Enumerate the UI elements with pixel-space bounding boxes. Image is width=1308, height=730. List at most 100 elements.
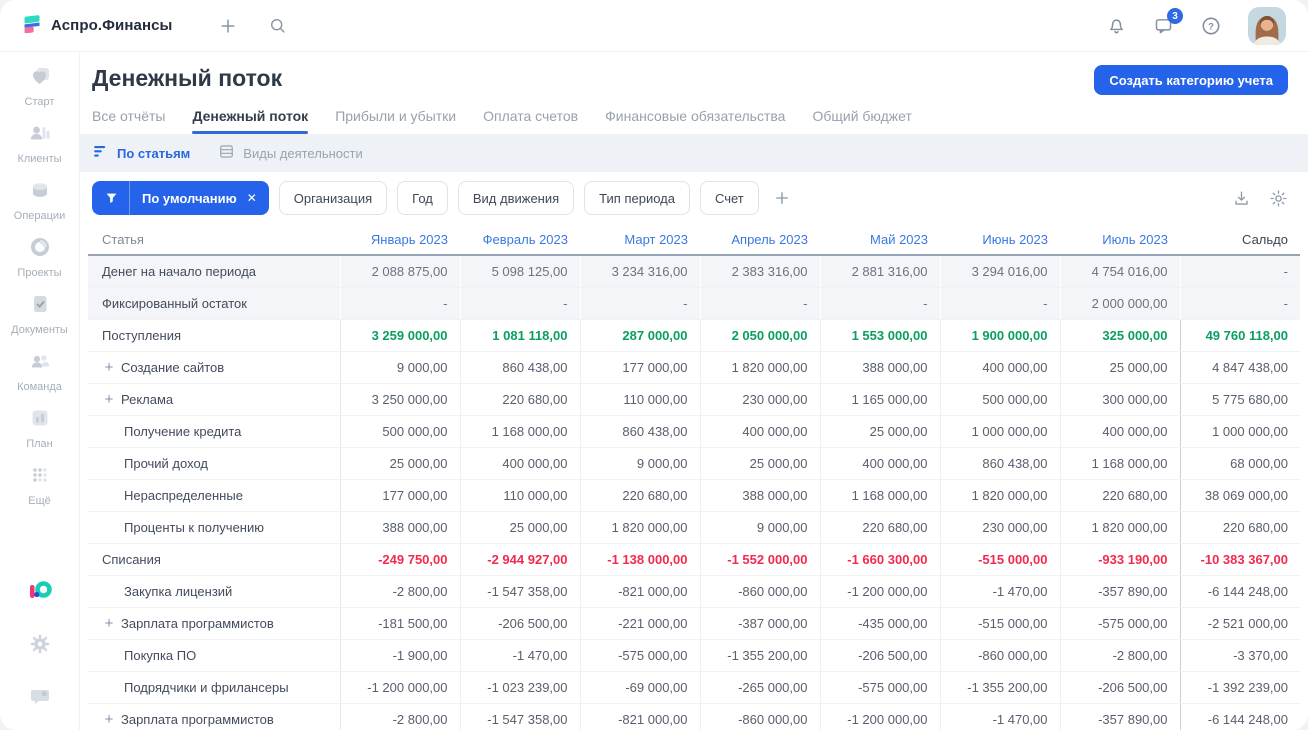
column-header-month[interactable]: Май 2023 — [820, 224, 940, 256]
viewtab-by-activity[interactable]: Виды деятельности — [218, 143, 363, 163]
topbar: Аспро.Финансы 3 ? — [0, 0, 1308, 52]
tab-total-budget[interactable]: Общий бюджет — [812, 108, 911, 134]
table-row[interactable]: Получение кредита 500 000,00 1 168 000,00 8… — [88, 415, 1300, 448]
viewtab-label: Виды деятельности — [243, 145, 363, 161]
column-header-month[interactable]: Июнь 2023 — [940, 224, 1060, 256]
plan-icon — [28, 406, 52, 435]
row-label: Закупка лицензий — [124, 583, 233, 599]
cell-value: 9 000,00 — [699, 511, 820, 544]
brand[interactable]: Аспро.Финансы — [22, 13, 172, 38]
filter-chip-default[interactable]: По умолчанию ✕ — [92, 181, 269, 215]
create-icon[interactable] — [218, 16, 238, 36]
sidebar-item-label: Команда — [17, 381, 62, 393]
row-label-cell: Получение кредита — [88, 415, 340, 448]
column-header-month[interactable]: Апрель 2023 — [700, 224, 820, 256]
cell-value: 3 250 000,00 — [339, 383, 460, 416]
table-settings-icon[interactable] — [1269, 189, 1288, 208]
filter-row: По умолчанию ✕ Организация Год Вид движения Т… — [80, 172, 1308, 224]
column-header-month[interactable]: Февраль 2023 — [460, 224, 580, 256]
help-icon[interactable]: ? — [1200, 15, 1222, 37]
db-icon — [218, 143, 235, 163]
cell-value: -1 547 358,00 — [459, 575, 580, 608]
filter-chip-3[interactable]: Тип периода — [584, 181, 690, 215]
notifications-icon[interactable] — [1106, 15, 1127, 36]
cell-value: 110 000,00 — [459, 479, 580, 512]
sidebar-item-clients[interactable]: Клиенты — [4, 121, 76, 165]
aspro-brand-icon[interactable] — [27, 577, 53, 608]
table-row[interactable]: + Зарплата программистов -181 500,00 -206 5… — [88, 607, 1300, 640]
sidebar-item-team[interactable]: Команда — [4, 349, 76, 393]
table-row[interactable]: Нераспределенные 177 000,00 110 000,00 220 … — [88, 479, 1300, 512]
cell-value: 1 081 118,00 — [459, 319, 580, 352]
column-header-saldo[interactable]: Сальдо — [1180, 224, 1300, 256]
sidebar-item-plan[interactable]: План — [4, 406, 76, 450]
cell-value: 220 680,00 — [1059, 479, 1180, 512]
tab-cash-flow[interactable]: Денежный поток — [192, 108, 308, 134]
table-row[interactable]: Проценты к получению 388 000,00 25 000,00 1… — [88, 511, 1300, 544]
sidebar-item-label: Документы — [11, 324, 68, 336]
table-row[interactable]: Подрядчики и фрилансеры -1 200 000,00 -1 0… — [88, 671, 1300, 704]
row-label-cell: Списания — [88, 543, 340, 576]
cell-saldo: -3 370,00 — [1179, 639, 1300, 672]
tab-profit-loss[interactable]: Прибыли и убытки — [335, 108, 456, 134]
tab-all-reports[interactable]: Все отчёты — [92, 108, 165, 134]
remove-filter-icon[interactable]: ✕ — [243, 191, 269, 205]
cell-value: 177 000,00 — [339, 479, 460, 512]
sidebar-item-label: Старт — [24, 96, 55, 108]
column-header-month[interactable]: Январь 2023 — [340, 224, 460, 256]
tab-bill-payment[interactable]: Оплата счетов — [483, 108, 578, 134]
table-row[interactable]: + Зарплата программистов -2 800,00 -1 547 3… — [88, 703, 1300, 730]
cell-value: -206 500,00 — [819, 639, 940, 672]
settings-icon[interactable] — [28, 632, 52, 661]
cell-value: -2 800,00 — [339, 575, 460, 608]
download-icon[interactable] — [1232, 189, 1251, 208]
row-label-cell: Нераспределенные — [88, 479, 340, 512]
filter-chip-4[interactable]: Счет — [699, 181, 759, 215]
filter-chip-0[interactable]: Организация — [278, 181, 388, 215]
table-row[interactable]: Фиксированный остаток - - - - - -2 000 000,00- — [88, 287, 1300, 320]
sidebar-item-documents[interactable]: Документы — [4, 292, 76, 336]
cell-value: -933 190,00 — [1059, 543, 1180, 576]
row-label: Прочий доход — [124, 455, 208, 471]
table-row[interactable]: + Создание сайтов 9 000,00 860 438,00 177 00… — [88, 351, 1300, 384]
column-header-month[interactable]: Март 2023 — [580, 224, 700, 256]
tab-liabilities[interactable]: Финансовые обязательства — [605, 108, 785, 134]
expand-icon[interactable]: + — [102, 615, 116, 632]
cell-value: 500 000,00 — [939, 383, 1060, 416]
main-content: Денежный поток Создать категорию учета В… — [80, 52, 1308, 730]
sidebar-item-projects[interactable]: Проекты — [4, 235, 76, 279]
support-chat-icon[interactable] — [28, 685, 52, 714]
svg-text:?: ? — [1208, 21, 1214, 32]
expand-icon[interactable]: + — [102, 711, 116, 728]
column-header-article[interactable]: Статья — [88, 224, 340, 256]
filter-chip-2[interactable]: Вид движения — [457, 181, 575, 215]
sidebar-item-start[interactable]: Старт — [4, 64, 76, 108]
table-row[interactable]: Прочий доход 25 000,00 400 000,00 9 000,00 2… — [88, 447, 1300, 480]
cell-value: 5 098 125,00 — [459, 255, 580, 288]
expand-icon[interactable]: + — [102, 391, 116, 408]
sidebar-item-operations[interactable]: Операции — [4, 178, 76, 222]
filter-chip-1[interactable]: Год — [397, 181, 448, 215]
avatar[interactable] — [1248, 6, 1286, 45]
team-icon — [28, 349, 52, 378]
sidebar-item-more[interactable]: Ещё — [4, 463, 76, 507]
table-row[interactable]: + Реклама 3 250 000,00 220 680,00 110 000,00… — [88, 383, 1300, 416]
cell-value: 9 000,00 — [579, 447, 700, 480]
cell-value: 400 000,00 — [819, 447, 940, 480]
table-row[interactable]: Поступления 3 259 000,00 1 081 118,00 287 0… — [88, 319, 1300, 352]
cell-value: -575 000,00 — [579, 639, 700, 672]
app-name: Аспро.Финансы — [51, 17, 173, 34]
add-filter-button[interactable] — [769, 189, 795, 207]
cell-value: -860 000,00 — [699, 575, 820, 608]
row-label: Нераспределенные — [124, 487, 243, 503]
expand-icon[interactable]: + — [102, 359, 116, 376]
table-row[interactable]: Покупка ПО -1 900,00 -1 470,00 -575 000,00-… — [88, 639, 1300, 672]
messages-icon[interactable]: 3 — [1153, 8, 1183, 36]
search-icon[interactable] — [268, 16, 287, 35]
table-row[interactable]: Денег на начало периода 2 088 875,00 5 098… — [88, 255, 1300, 288]
table-row[interactable]: Закупка лицензий -2 800,00 -1 547 358,00 -8… — [88, 575, 1300, 608]
viewtab-by-articles[interactable]: По статьям — [92, 143, 190, 163]
create-category-button[interactable]: Создать категорию учета — [1094, 65, 1288, 95]
column-header-month[interactable]: Июль 2023 — [1060, 224, 1180, 256]
table-row[interactable]: Списания -249 750,00 -2 944 927,00 -1 138 0… — [88, 543, 1300, 576]
